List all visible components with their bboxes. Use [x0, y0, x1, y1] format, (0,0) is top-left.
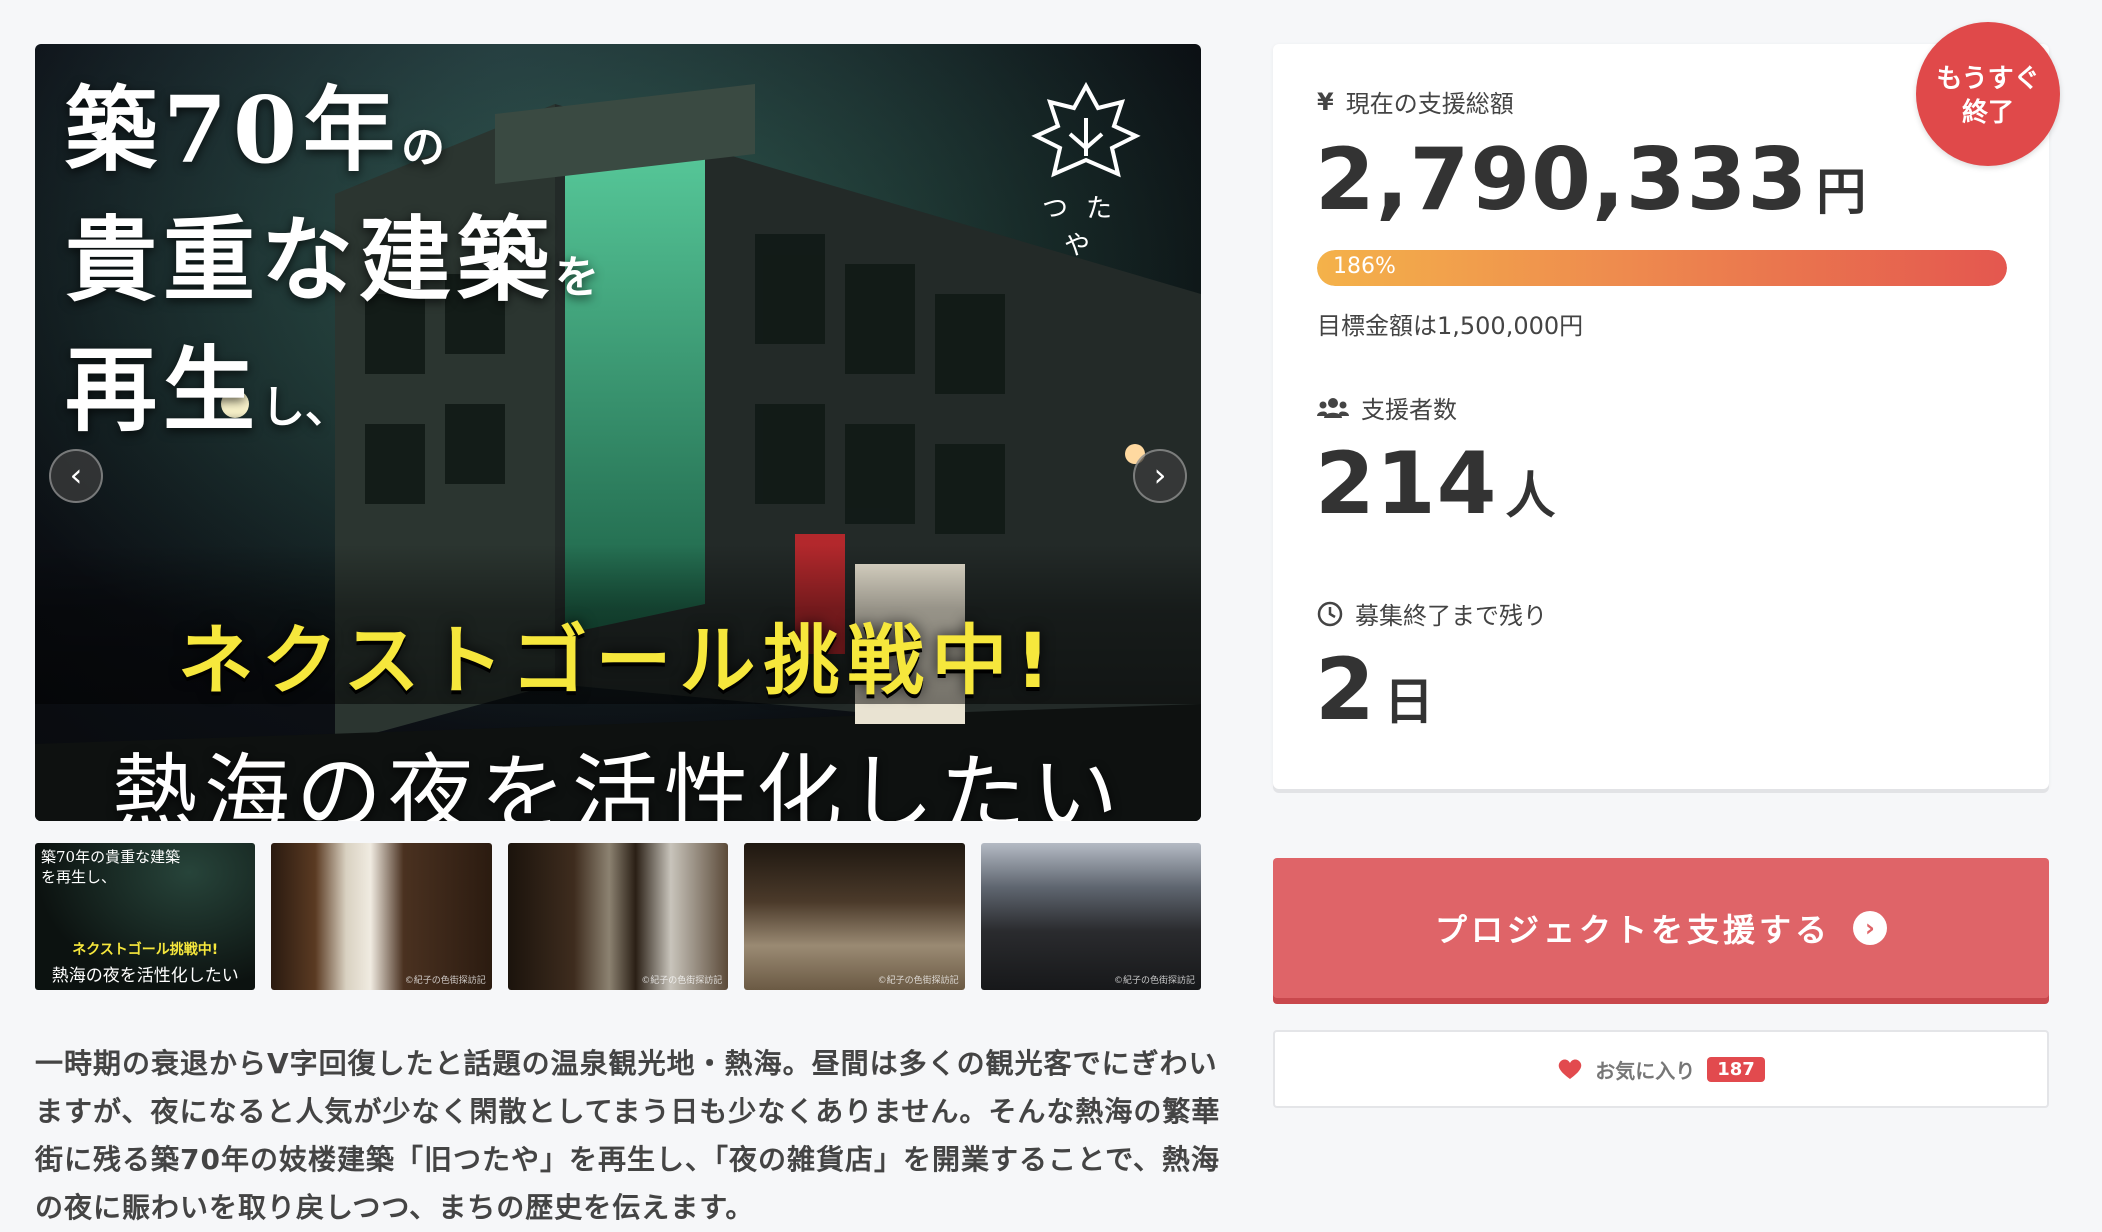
hero-title-line2: 貴重な建築	[65, 206, 556, 314]
badge-line2: 終了	[1961, 98, 2014, 128]
project-description: 一時期の衰退からV字回復したと話題の温泉観光地・熱海。昼間は多くの観光客でにぎわ…	[35, 1047, 1221, 1224]
thumbnail-4-caption: ©紀子の色街探訪記	[877, 976, 959, 986]
hero-title-line3-suffix: し、	[261, 382, 350, 433]
support-project-button[interactable]: プロジェクトを支援する ›	[1273, 858, 2049, 998]
goal-amount: 目標金額は1,500,000円	[1317, 312, 1584, 340]
funding-label-row: ¥ 現在の支援総額	[1317, 84, 1514, 119]
flower-crest-icon	[1031, 81, 1141, 178]
progress-fill	[1317, 250, 2007, 286]
tsutaya-logo: つたや	[1021, 78, 1151, 262]
arrow-right-icon: ›	[1853, 911, 1887, 945]
thumbnail-2-caption: ©紀子の色街探訪記	[404, 976, 486, 986]
favorite-button[interactable]: お気に入り 187	[1273, 1030, 2049, 1108]
thumbnail-1-banner: ネクストゴール挑戦中!	[72, 942, 219, 958]
main-visual: 築70年の 貴重な建築を 再生し、 つたや ネクストゴール挑戦中! 熱海の夜を活…	[35, 44, 1201, 821]
progress-percent: 186%	[1333, 254, 1396, 279]
logo-text: つたや	[1041, 194, 1130, 261]
heart-icon	[1558, 1059, 1582, 1079]
remaining-label: 募集終了まで残り	[1355, 602, 1547, 630]
hero-title-line2-suffix: を	[555, 252, 600, 303]
backers-label: 支援者数	[1361, 396, 1457, 424]
remaining-label-row: 募集終了まで残り	[1317, 596, 1547, 631]
thumbnail-3-caption: ©紀子の色街探訪記	[641, 976, 723, 986]
thumbnail-1-title: 築70年の貴重な建築を再生し、	[41, 848, 181, 886]
backers-unit: 人	[1505, 467, 1557, 525]
hero-subtitle: 熱海の夜を活性化したい	[112, 745, 1124, 821]
thumbnail-3[interactable]: ©紀子の色街探訪記	[507, 843, 729, 990]
thumbnail-2[interactable]: ©紀子の色街探訪記	[271, 843, 492, 990]
funding-stats-card: ¥ 現在の支援総額 2,790,333 円 186% 目標金額は1,500,000…	[1273, 44, 2049, 789]
thumbnail-1[interactable]: 築70年の貴重な建築を再生し、 ネクストゴール挑戦中! 熱海の夜を活性化したい	[35, 843, 256, 990]
users-icon	[1317, 397, 1349, 418]
funding-amount: 2,790,333 円	[1315, 130, 1867, 230]
favorite-count: 187	[1707, 1056, 1765, 1082]
funding-label: 現在の支援総額	[1345, 90, 1514, 118]
thumbnail-4[interactable]: ©紀子の色街探訪記	[744, 843, 965, 990]
thumbnail-1-subtitle: 熱海の夜を活性化したい	[51, 966, 239, 986]
thumbnail-5[interactable]: ©紀子の色街探訪記	[980, 843, 1202, 990]
ending-soon-badge: もうすぐ 終了	[1916, 22, 2060, 166]
funding-value: 2,790,333	[1315, 130, 1809, 230]
badge-line1: もうすぐ	[1936, 64, 2040, 94]
remaining-days: 2日	[1315, 640, 1435, 740]
thumbnail-strip: 築70年の貴重な建築を再生し、 ネクストゴール挑戦中! 熱海の夜を活性化したい …	[35, 843, 1202, 990]
carousel-next-button[interactable]: ›	[1133, 449, 1187, 503]
thumbnail-5-caption: ©紀子の色街探訪記	[1114, 976, 1196, 986]
hero-title: 築70年の 貴重な建築を 再生し、	[65, 74, 599, 464]
backers-label-row: 支援者数	[1317, 390, 1457, 425]
carousel-prev-button[interactable]: ‹	[49, 449, 103, 503]
yen-icon: ¥	[1317, 87, 1334, 116]
next-goal-banner: ネクストゴール挑戦中!	[177, 616, 1059, 705]
backers-value: 214	[1315, 434, 1498, 534]
remaining-value: 2	[1315, 640, 1376, 740]
funding-unit: 円	[1816, 163, 1868, 221]
remaining-unit: 日	[1383, 673, 1435, 731]
hero-title-line1-suffix: の	[401, 122, 446, 173]
clock-icon	[1317, 601, 1343, 626]
hero-title-line3: 再生	[65, 336, 262, 444]
support-button-label: プロジェクトを支援する	[1434, 911, 1831, 949]
backers-count: 214 人	[1315, 434, 1557, 534]
progress-bar: 186%	[1317, 250, 2007, 286]
favorite-label: お気に入り	[1595, 1058, 1696, 1083]
hero-title-line1: 築70年	[65, 76, 402, 184]
